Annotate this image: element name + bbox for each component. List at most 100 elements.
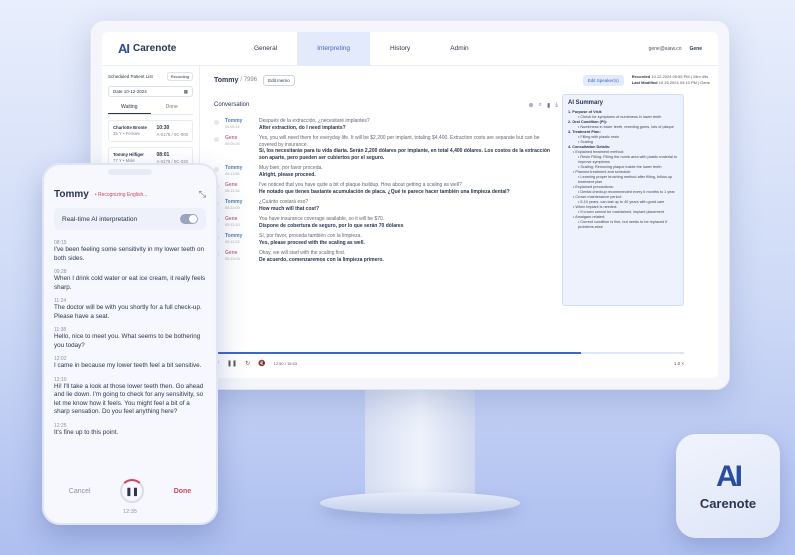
collapse-icon[interactable]: ⤡ <box>199 189 206 200</box>
translated-text: Yes, please proceed with the scaling as … <box>259 239 365 246</box>
forward-icon[interactable]: ↻ <box>245 360 250 367</box>
logo[interactable]: AI Carenote <box>118 41 228 56</box>
phone-message: 11:24 The doctor will be with you shortly… <box>54 298 206 321</box>
message-text: Sí, por favor, proceda también con la li… <box>259 233 558 246</box>
phone-header: Tommy • Recognizing English... ⤡ <box>54 189 206 200</box>
date-picker[interactable]: Date 10-12-2024 ▦ <box>108 86 193 97</box>
translated-text: How much will that cost? <box>259 205 320 212</box>
ai-summary-title: AI Summary <box>568 100 604 106</box>
tab-general[interactable]: General <box>234 32 297 66</box>
message-row: Tommy 00:05:12 Después de la extracción, ¿… <box>214 116 558 133</box>
user-name: Gene <box>689 45 702 52</box>
audio-player: ↺ ❚❚ ↻ 🔇 12:50 / 15:53 1.0 × <box>214 352 684 372</box>
message-row: Tommy 00:12:00 ¿Cuánto costará eso? How muc… <box>214 197 558 214</box>
search-icon[interactable]: ⌕ <box>539 102 542 109</box>
playback-time: 12:50 / 15:53 <box>273 360 297 366</box>
modified-label: Last Modified <box>631 80 658 85</box>
patient-id: / 7996 <box>240 77 258 83</box>
conversation-panel: Conversation ⊗ ⌕ ▮ ⤓ Tommy 00:05:12 Despué… <box>214 98 558 328</box>
message-row: Gene 00:13:03 Okay, we will start with the… <box>214 248 558 265</box>
mute-icon[interactable]: 🔇 <box>258 360 265 367</box>
clear-icon[interactable]: ⊗ <box>529 102 534 109</box>
message-speaker: Tommy 00:12:22 <box>225 233 259 246</box>
patient-card-time: 10:30 <box>156 125 170 131</box>
top-nav: AI Carenote General Interpreting History Ad… <box>102 32 718 66</box>
phone-message: 12:10 Hi! I'll take a look at those lower… <box>54 377 206 417</box>
message-text: Muy bien, por favor proceda. Alright, ple… <box>259 165 558 178</box>
message-timestamp: 00:12:22 <box>225 240 240 244</box>
recording-button[interactable]: Recording <box>166 72 193 81</box>
tab-interpreting[interactable]: Interpreting <box>297 32 371 66</box>
pause-icon: ❚❚ <box>125 486 139 496</box>
user-menu[interactable]: gene@aiaw.co Gene <box>649 46 702 52</box>
phone-message-list: 08:15 I've been feeling some sensitivity … <box>54 240 206 437</box>
ai-summary-panel: AI Summary 1. Purpose of Visit: • Check f… <box>562 94 684 306</box>
nav-tabs: General Interpreting History Admin <box>234 32 489 66</box>
message-speaker: Tommy 00:05:12 <box>225 118 259 131</box>
phone-message-text: It's fine up to this point. <box>54 428 119 436</box>
monitor-stand-base <box>320 492 520 514</box>
message-row: Gene 00:05:20 Yes, you will need them for … <box>214 133 558 163</box>
translated-text: De acuerdo, comenzaremos con la limpieza… <box>259 256 384 263</box>
phone-clock: 12:35 <box>123 509 137 515</box>
download-icon[interactable]: ⤓ <box>555 102 558 109</box>
message-speaker: Gene 00:05:20 <box>225 135 259 161</box>
message-list: Tommy 00:05:12 Después de la extracción, ¿… <box>214 116 558 331</box>
phone-message-text: I came in because my lower teeth feel a … <box>54 362 202 369</box>
speed-select[interactable]: 1.0 × <box>674 361 684 366</box>
patient-name: Tommy <box>214 76 239 84</box>
monitor-stand-neck <box>365 388 475 498</box>
tab-history[interactable]: History <box>370 32 430 66</box>
translated-text: He notado que tienes bastante acumulació… <box>259 188 510 195</box>
speaker-name: Gene <box>225 135 238 141</box>
tab-admin[interactable]: Admin <box>430 32 488 66</box>
summary-line: • Current condition is fine, but needs t… <box>578 220 668 229</box>
tile-logo-text: Carenote <box>699 495 757 511</box>
phone-message-text: Hello, nice to meet you. What seems to b… <box>54 333 201 349</box>
phone-message: 09:28 When I drink cold water or eat ice … <box>54 269 206 292</box>
message-speaker: Tommy 00:12:00 <box>225 199 259 212</box>
phone-message: 12:25 It's fine up to this point. <box>54 423 206 438</box>
message-row: Tommy 00:12:22 Sí, por favor, proceda tamb… <box>214 231 558 248</box>
done-button[interactable]: Done <box>174 488 192 495</box>
speaker-name: Tommy <box>225 165 243 171</box>
message-timestamp: 00:13:03 <box>225 257 240 261</box>
tab-waiting[interactable]: Waiting <box>108 102 151 114</box>
patient-card-name: Tommy Hilfiger <box>113 152 144 157</box>
cancel-button[interactable]: Cancel <box>69 488 91 495</box>
tile-logo-mark: AI <box>716 459 743 493</box>
patient-card[interactable]: Charlotte Bronte 35 Y • Female 10:30 A-0178… <box>108 120 193 142</box>
conversation-title: Conversation <box>214 102 250 108</box>
interpretation-toggle[interactable] <box>180 214 198 224</box>
edit-speaker-button[interactable]: Edit Speaker(s) <box>582 74 624 86</box>
patient-card-name: Charlotte Bronte <box>113 125 147 130</box>
recognition-status: • Recognizing English... <box>94 191 148 198</box>
phone-message-text: The doctor will be with you shortly for … <box>54 304 202 320</box>
phone-message-text: I've been feeling some sensitivity in my… <box>54 246 204 262</box>
modified-value: 10.25.2024 03:10 PM | Gene <box>658 80 710 85</box>
phone-speaker-name: Tommy <box>54 189 89 200</box>
message-select-dot[interactable] <box>214 120 219 125</box>
pause-icon[interactable]: ❚❚ <box>227 360 237 367</box>
message-timestamp: 00:12:10 <box>225 223 240 227</box>
message-text: Yes, you will need them for everyday lif… <box>259 135 558 161</box>
playback-progress[interactable] <box>214 352 581 354</box>
message-row: Tommy 00:11:08 Muy bien, por favor proceda… <box>214 163 558 180</box>
translated-text: After extraction, do I need implants? <box>259 124 346 131</box>
pause-button[interactable]: ❚❚ <box>120 479 145 503</box>
message-select-dot[interactable] <box>214 137 219 142</box>
app-icon-tile: AI Carenote <box>676 434 780 538</box>
date-value: Date 10-12-2024 <box>113 89 147 94</box>
interpretation-toggle-row: Real-time AI interpretation <box>54 208 206 230</box>
session-header: Tommy / 7996 Edit memo Edit Speaker(s) R… <box>206 66 718 94</box>
main-content: Tommy / 7996 Edit memo Edit Speaker(s) R… <box>206 66 718 378</box>
message-text: Después de la extracción, ¿necesitaré im… <box>259 118 558 131</box>
calendar-icon: ▦ <box>183 88 188 94</box>
summary-line: • Resin Filling: Filling the numb area w… <box>578 155 678 164</box>
bookmark-icon[interactable]: ▮ <box>547 102 550 109</box>
phone: Tommy • Recognizing English... ⤡ Real-ti… <box>42 163 218 525</box>
edit-memo-button[interactable]: Edit memo <box>263 74 295 86</box>
message-row: Gene 00:12:10 You have insurance coverage … <box>214 214 558 231</box>
logo-text: Carenote <box>133 43 177 54</box>
tab-done[interactable]: Done <box>151 102 194 114</box>
